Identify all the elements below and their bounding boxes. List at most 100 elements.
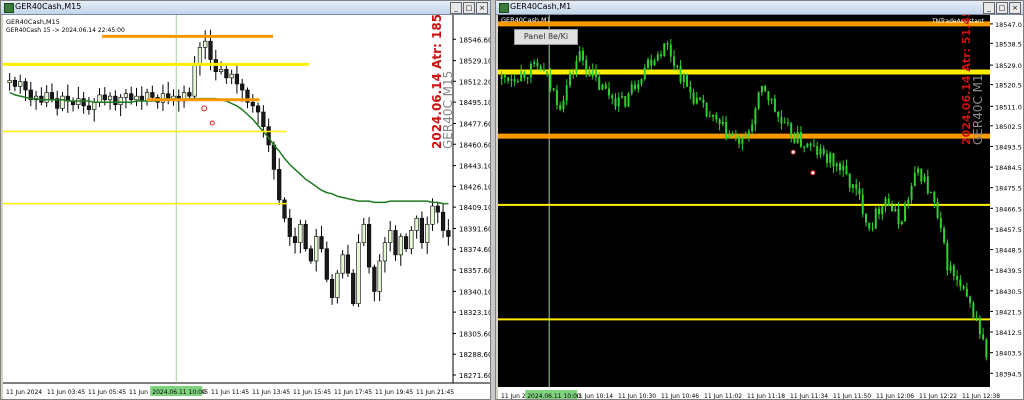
candle — [324, 248, 329, 280]
candle — [23, 81, 28, 91]
candle — [965, 288, 968, 297]
candle — [894, 208, 897, 212]
window-title-right: GER40Cash,M1 — [510, 2, 572, 11]
price-label: 18426.10 — [459, 183, 490, 191]
candle — [796, 131, 799, 143]
candle — [982, 334, 985, 340]
candle — [630, 84, 633, 94]
candle — [871, 228, 874, 230]
title-bar-left[interactable]: GER40Cash,M15 _ □ × — [1, 1, 490, 15]
candle — [611, 95, 614, 99]
chart-area-left[interactable]: 18546.60 18529.10 18512.20 18495.10 18477.60… — [3, 15, 490, 399]
time-label: 11 Jun 2 — [501, 393, 526, 399]
candle — [575, 61, 578, 73]
candle — [250, 101, 255, 107]
time-label: 11 Jun 10:46 — [661, 393, 699, 399]
candle — [314, 236, 319, 262]
time-label: 11 Jun 13:45 — [252, 389, 290, 396]
candle — [594, 69, 597, 77]
candle — [287, 217, 292, 237]
candle — [757, 92, 760, 109]
candle — [507, 77, 510, 81]
candle — [171, 95, 176, 99]
price-label: 18529.0 — [995, 62, 1022, 70]
chart-window-right[interactable]: GER40Cash,M1 _ □ × 18547.0 18538.5 18529.0… — [495, 0, 1024, 400]
price-label: 18502.5 — [995, 123, 1022, 131]
candle — [552, 88, 555, 90]
candle — [985, 339, 988, 358]
time-label: 11 Jun 12:38 — [962, 393, 1000, 399]
candle — [913, 172, 916, 187]
chart-icon — [499, 3, 509, 13]
price-label: 18443.10 — [459, 163, 490, 171]
time-label: 11 Jun 11:34 — [790, 393, 828, 399]
candle — [848, 174, 851, 188]
candle — [842, 165, 845, 171]
time-label: 11 Jun 19:45 — [375, 389, 413, 396]
candle — [113, 95, 118, 105]
candle — [744, 135, 747, 138]
price-label: 18546.60 — [459, 36, 490, 44]
candle — [712, 114, 715, 117]
candle — [978, 317, 981, 335]
candle — [617, 97, 620, 107]
candle — [44, 92, 49, 103]
candle — [764, 85, 767, 92]
price-label: 18391.60 — [459, 225, 490, 233]
candle — [855, 184, 858, 189]
minimize-button[interactable]: _ — [450, 2, 462, 14]
candle — [773, 98, 776, 112]
candle — [809, 143, 812, 146]
chart-area-right[interactable]: 18547.0 18538.5 18529.0 18520.5 18511.0 18502… — [498, 15, 1023, 399]
price-label: 18421.5 — [995, 308, 1022, 316]
candle — [754, 108, 757, 125]
candle — [340, 254, 345, 274]
candle — [440, 211, 446, 231]
candle — [607, 88, 610, 96]
candle — [192, 65, 197, 97]
candle — [271, 144, 277, 170]
candle — [627, 93, 630, 107]
candlestick-chart-right[interactable]: 18547.0 18538.5 18529.0 18520.5 18511.0 18502… — [498, 15, 1023, 399]
candle — [702, 99, 705, 103]
candle — [393, 230, 398, 256]
candle — [92, 101, 97, 110]
candle — [816, 146, 819, 155]
price-label: 18466.5 — [995, 205, 1022, 213]
maximize-button[interactable]: □ — [996, 2, 1008, 14]
maximize-button[interactable]: □ — [463, 2, 475, 14]
time-label: 11 Jun 05:45 — [88, 389, 126, 396]
time-label: 11 Jun 11:50 — [833, 393, 871, 399]
close-button[interactable]: × — [1009, 2, 1021, 14]
candle — [910, 186, 913, 200]
candle — [409, 230, 414, 250]
candle — [851, 184, 854, 188]
candle — [585, 60, 588, 71]
candle — [956, 275, 959, 280]
candle — [891, 205, 894, 212]
candle — [900, 221, 903, 225]
candle — [536, 62, 539, 67]
title-bar-right[interactable]: GER40Cash,M1 _ □ × — [496, 1, 1023, 15]
candle — [819, 148, 822, 155]
candlestick-chart-left[interactable]: 18546.60 18529.10 18512.20 18495.10 18477.60… — [3, 15, 490, 399]
panel-button[interactable]: Panel 8e/Ki — [514, 29, 578, 45]
candle — [335, 272, 340, 298]
candle — [686, 75, 689, 87]
trade-marker — [810, 170, 816, 176]
candle — [822, 148, 825, 154]
candle — [721, 121, 724, 124]
candle — [969, 296, 972, 304]
close-button[interactable]: × — [476, 2, 488, 14]
candle — [930, 192, 933, 194]
candle — [166, 93, 171, 99]
candle — [240, 83, 245, 91]
candle — [601, 84, 604, 90]
candle — [277, 169, 282, 201]
candle — [372, 266, 377, 292]
chart-window-left[interactable]: GER40Cash,M15 _ □ × 18546.60 18529.10 1851… — [0, 0, 491, 400]
candle — [695, 97, 698, 104]
candle — [591, 69, 594, 77]
minimize-button[interactable]: _ — [983, 2, 995, 14]
price-label: 18323.10 — [459, 309, 490, 317]
